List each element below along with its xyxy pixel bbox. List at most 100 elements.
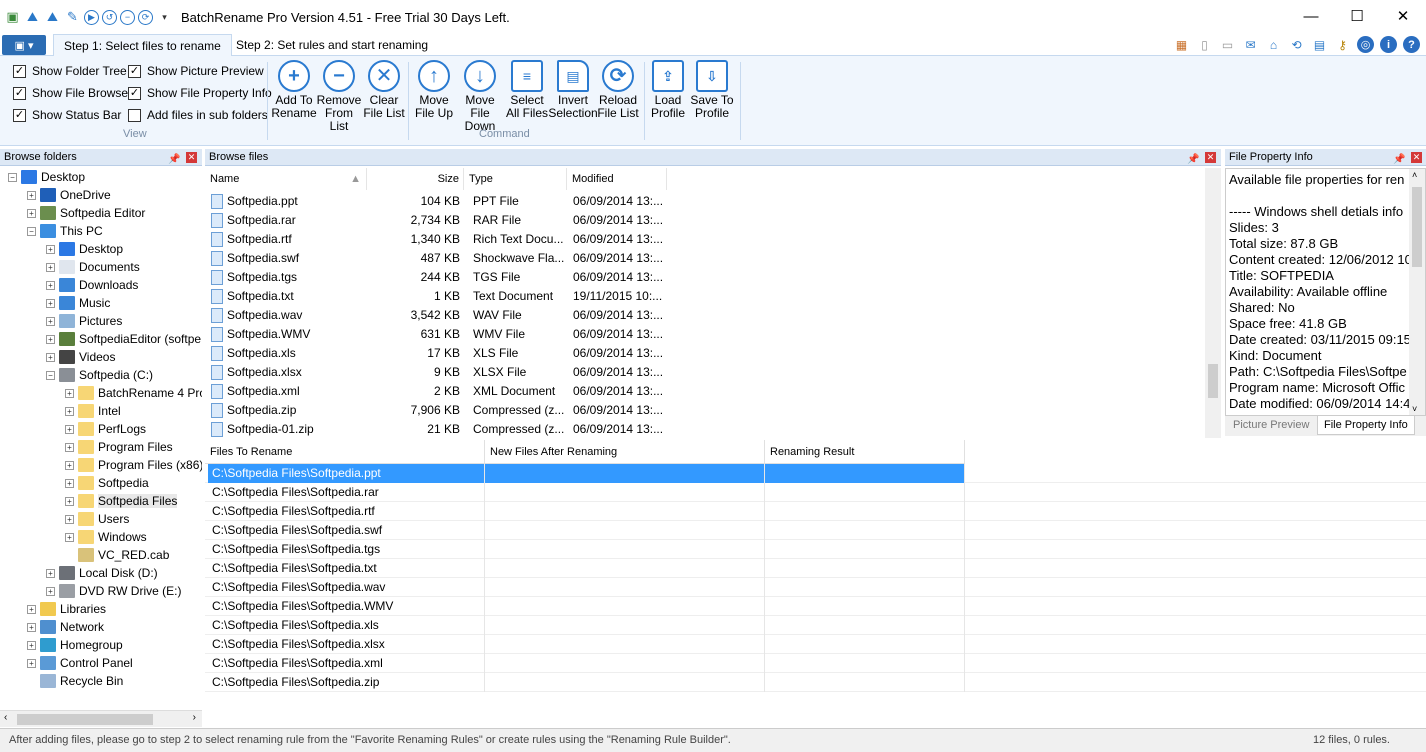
tree-node[interactable]: + Downloads [46,276,138,294]
tree-node[interactable]: + Documents [46,258,140,276]
folder-tree[interactable]: − Desktop + OneDrive + Softpedia Editor − This … [0,168,202,710]
web-icon[interactable]: ◎ [1357,36,1374,53]
load-profile-button[interactable]: ⇪ Load Profile [644,60,692,120]
tree-node[interactable]: + Local Disk (D:) [46,564,158,582]
maximize-button[interactable]: ☐ [1334,0,1380,32]
rename-row[interactable]: C:\Softpedia Files\Softpedia.wav [205,578,1426,597]
document-icon[interactable]: ▭ [1219,36,1236,53]
tree-node[interactable]: + Softpedia Files [65,492,178,510]
files-vertical-scrollbar[interactable] [1205,168,1221,438]
tree-node[interactable]: + Windows [65,528,147,546]
quick-play-icon[interactable]: ▶ [84,9,99,25]
quick-undo-icon[interactable]: ↺ [102,9,117,25]
expand-icon[interactable]: + [46,298,55,308]
file-row[interactable]: Softpedia.xls 17 KB XLS File 06/09/2014 13:… [205,344,675,363]
props-vertical-scrollbar[interactable]: ˄ ˅ [1409,169,1425,415]
quick-refresh-icon[interactable]: ⟳ [138,9,153,25]
expand-icon[interactable]: + [27,622,36,632]
file-row[interactable]: Softpedia.WMV 631 KB WMV File 06/09/2014 13… [205,325,675,344]
help-icon[interactable]: ? [1403,36,1420,53]
tab-step2[interactable]: Step 2: Set rules and start renaming [226,34,438,56]
tree-node[interactable]: + Intel [65,402,121,420]
file-row[interactable]: Softpedia.wav 3,542 KB WAV File 06/09/2014 … [205,306,675,325]
expand-icon[interactable]: + [27,658,36,668]
scroll-down-icon[interactable]: ˅ [1412,404,1417,414]
rename-row[interactable]: C:\Softpedia Files\Softpedia.ppt [205,464,1426,483]
expand-icon[interactable]: + [65,442,74,452]
rename-row[interactable]: C:\Softpedia Files\Softpedia.xls [205,616,1426,635]
tree-node[interactable]: + Libraries [27,600,106,618]
quick-remove-icon[interactable]: − [120,9,135,25]
expand-icon[interactable]: + [65,388,74,398]
scrollbar-thumb[interactable] [1412,187,1422,267]
tree-node[interactable]: + Pictures [46,312,122,330]
tree-node[interactable]: + Control Panel [27,654,133,672]
expand-icon[interactable]: + [65,406,74,416]
expand-icon[interactable]: + [46,352,55,362]
expand-icon[interactable]: + [46,586,55,596]
quick-add-icon[interactable]: ⛰ [44,9,61,26]
tree-node[interactable]: Recycle Bin [27,672,123,690]
app-menu-button[interactable]: ▣ ▾ [2,35,46,55]
select-all-files-button[interactable]: ≡ Select All Files [503,60,551,120]
expand-icon[interactable]: + [27,190,36,200]
tree-node[interactable]: VC_RED.cab [65,546,169,564]
column-header-files-to-rename[interactable]: Files To Rename [205,440,485,464]
close-button[interactable]: ✕ [1380,0,1426,32]
tree-node[interactable]: + Network [27,618,104,636]
expand-icon[interactable]: + [46,334,55,344]
file-row[interactable]: Softpedia.swf 487 KB Shockwave Fla... 06/09… [205,249,675,268]
key-icon[interactable]: ⚷ [1334,36,1351,53]
tree-node[interactable]: + Videos [46,348,115,366]
file-row[interactable]: Softpedia.xml 2 KB XML Document 06/09/2014 … [205,382,675,401]
page-icon[interactable]: ▯ [1196,36,1213,53]
rename-row[interactable]: C:\Softpedia Files\Softpedia.xml [205,654,1426,673]
file-row[interactable]: Softpedia.xlsx 9 KB XLSX File 06/09/2014 13… [205,363,675,382]
file-row[interactable]: Softpedia-01.zip 21 KB Compressed (z... 06/… [205,420,675,438]
mail-icon[interactable]: ✉ [1242,36,1259,53]
reload-file-list-button[interactable]: ⟳ Reload File List [594,60,642,120]
show-picture-preview-checkbox[interactable]: ✓ Show Picture Preview [128,64,264,78]
add-subfolders-checkbox[interactable]: Add files in sub folders [128,108,268,122]
tree-node[interactable]: + Homegroup [27,636,123,654]
rename-row[interactable]: C:\Softpedia Files\Softpedia.WMV [205,597,1426,616]
tree-node[interactable]: + Softpedia Editor [27,204,145,222]
expand-icon[interactable]: + [46,280,55,290]
rename-row[interactable]: C:\Softpedia Files\Softpedia.zip [205,673,1426,692]
pin-icon[interactable]: 📌 [1393,152,1405,168]
scrollbar-thumb[interactable] [1208,364,1218,398]
tree-node[interactable]: + BatchRename 4 Pro [65,384,202,402]
tree-node[interactable]: + Softpedia [65,474,149,492]
expand-icon[interactable]: + [65,478,74,488]
expand-icon[interactable]: + [27,640,36,650]
scrollbar-thumb[interactable] [17,714,153,725]
move-file-down-button[interactable]: ↓ Move File Down [456,60,504,133]
tree-node[interactable]: − This PC [27,222,103,240]
clear-file-list-button[interactable]: ✕ Clear File List [360,60,408,120]
pin-icon[interactable]: 📌 [1187,152,1199,168]
register-icon[interactable]: ▤ [1311,36,1328,53]
close-panel-icon[interactable]: ✕ [186,152,197,163]
show-file-browser-checkbox[interactable]: ✓ Show File Browser [13,86,132,100]
collapse-icon[interactable]: − [27,226,36,236]
pin-icon[interactable]: 📌 [168,152,180,168]
column-header-size[interactable]: Size [367,168,464,190]
rename-row[interactable]: C:\Softpedia Files\Softpedia.xlsx [205,635,1426,654]
quick-wand-icon[interactable]: ✎ [64,9,81,26]
quick-open-icon[interactable]: ⛰ [24,9,41,26]
skin-icon[interactable]: ▦ [1173,36,1190,53]
expand-icon[interactable]: + [65,532,74,542]
expand-icon[interactable]: + [65,424,74,434]
update-icon[interactable]: ⟲ [1288,36,1305,53]
tree-node[interactable]: + SoftpediaEditor (softpe [46,330,201,348]
expand-icon[interactable]: + [46,262,55,272]
rename-row[interactable]: C:\Softpedia Files\Softpedia.swf [205,521,1426,540]
expand-icon[interactable]: + [27,208,36,218]
minimize-button[interactable]: — [1288,0,1334,32]
tab-step1[interactable]: Step 1: Select files to rename [53,34,232,57]
file-row[interactable]: Softpedia.rtf 1,340 KB Rich Text Docu... 06… [205,230,675,249]
show-status-bar-checkbox[interactable]: ✓ Show Status Bar [13,108,121,122]
expand-icon[interactable]: + [65,460,74,470]
home-icon[interactable]: ⌂ [1265,36,1282,53]
close-panel-icon[interactable]: ✕ [1205,152,1216,163]
